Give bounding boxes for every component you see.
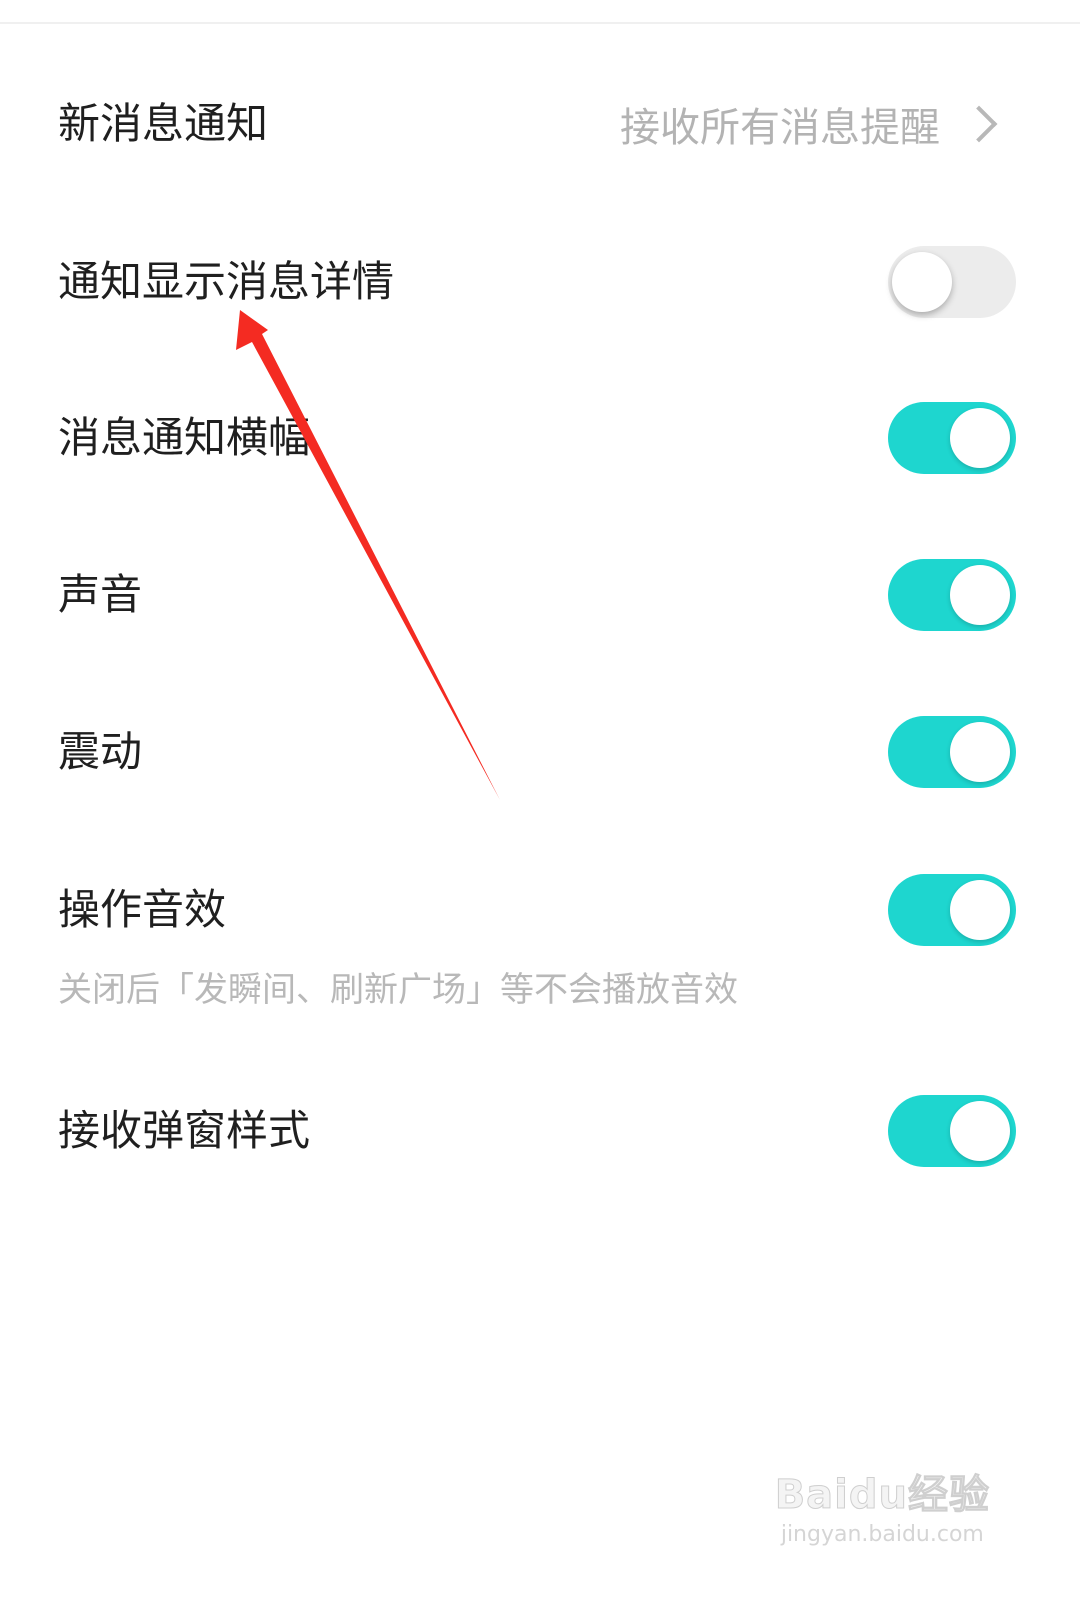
- toggle-knob: [950, 722, 1010, 782]
- sound-label: 声音: [58, 570, 143, 619]
- show-details-label: 通知显示消息详情: [58, 257, 395, 306]
- top-divider: [0, 22, 1080, 24]
- operation-sound-toggle[interactable]: [888, 874, 1016, 946]
- banner-toggle[interactable]: [888, 402, 1016, 474]
- popup-style-toggle[interactable]: [888, 1095, 1016, 1167]
- setting-popup-style: 接收弹窗样式: [0, 1071, 1080, 1191]
- vibration-toggle[interactable]: [888, 716, 1016, 788]
- watermark-url: jingyan.baidu.com: [780, 1522, 984, 1547]
- chevron-right-icon: [960, 105, 998, 143]
- operation-sound-hint: 关闭后「发瞬间、刷新广场」等不会播放音效: [58, 970, 738, 1010]
- new-message-notice-label: 新消息通知: [58, 99, 269, 148]
- toggle-knob: [892, 252, 952, 312]
- toggle-knob: [950, 1101, 1010, 1161]
- sound-toggle[interactable]: [888, 559, 1016, 631]
- toggle-knob: [950, 565, 1010, 625]
- setting-vibration: 震动: [0, 692, 1080, 812]
- baidu-watermark: Baidu经验 jingyan.baidu.com: [774, 1462, 990, 1548]
- setting-show-details: 通知显示消息详情: [0, 222, 1080, 342]
- banner-label: 消息通知横幅: [58, 413, 311, 462]
- toggle-knob: [950, 880, 1010, 940]
- watermark-brand: Baidu经验: [774, 1472, 990, 1519]
- vibration-label: 震动: [58, 727, 143, 776]
- setting-banner: 消息通知横幅: [0, 378, 1080, 498]
- popup-style-label: 接收弹窗样式: [58, 1106, 311, 1155]
- setting-sound: 声音: [0, 535, 1080, 655]
- new-message-notice-value: 接收所有消息提醒: [620, 105, 940, 151]
- show-details-toggle[interactable]: [888, 246, 1016, 318]
- setting-new-message-notice[interactable]: 新消息通知 接收所有消息提醒: [0, 64, 1080, 184]
- operation-sound-label: 操作音效: [58, 885, 227, 934]
- setting-operation-sound: 操作音效: [0, 850, 1080, 970]
- toggle-knob: [950, 408, 1010, 468]
